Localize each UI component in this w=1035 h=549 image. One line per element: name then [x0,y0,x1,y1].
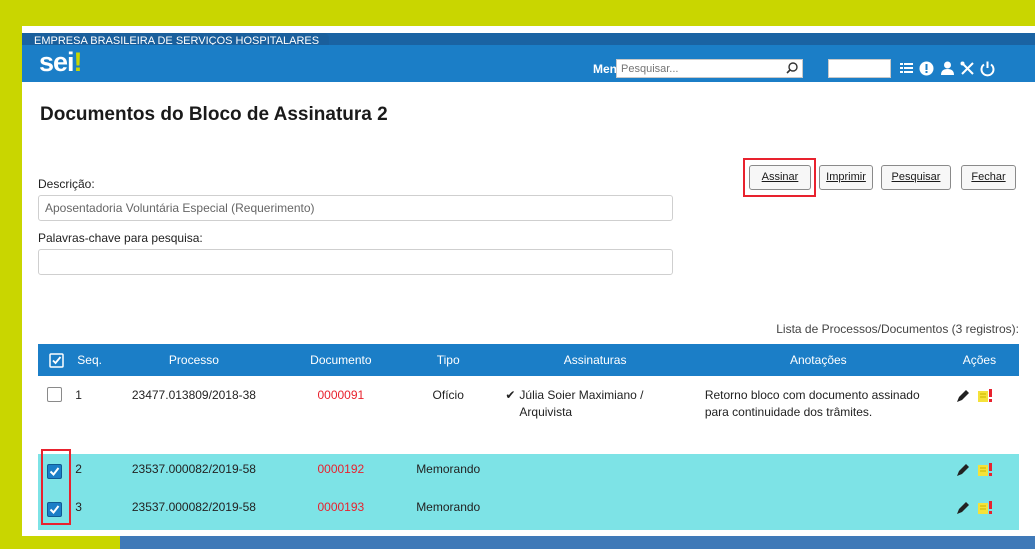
info-icon[interactable] [918,60,935,77]
select-all-checkbox[interactable] [38,344,76,376]
power-icon[interactable] [979,60,996,77]
logo-dot: ! [73,47,83,77]
pen-icon[interactable] [955,500,971,516]
processo: 23537.000082/2019-58 [131,462,256,476]
tipo: Ofício [432,388,464,402]
documento-link[interactable]: 0000193 [279,492,403,516]
row-actions [940,454,1019,478]
assinaturas [493,454,696,461]
checkbox-checked-icon [49,352,64,368]
pen-icon[interactable] [955,388,971,404]
col-processo[interactable]: Processo [109,344,279,376]
assinaturas: ✔ Júlia Soier Maximiano / Arquivista [493,376,696,421]
anotacoes: Retorno bloco com documento assinado par… [704,388,920,419]
logo-text: sei [39,47,75,77]
tipo: Memorando [416,500,481,514]
assinatura-nome: Júlia Soier Maximiano / Arquivista [519,388,644,419]
documento-link[interactable]: 0000192 [279,454,403,478]
annotation-icon[interactable] [977,500,993,516]
frame-bottom-bar [120,536,1035,549]
unit-selector[interactable] [828,59,891,78]
imprimir-button[interactable]: Imprimir [819,165,873,190]
search-input[interactable] [621,60,771,77]
checkbox-highlight-box [41,449,71,525]
row-actions [940,492,1019,516]
sei-window: EMPRESA BRASILEIRA DE SERVIÇOS HOSPITALA… [22,26,1035,536]
col-anotacoes[interactable]: Anotações [696,344,940,376]
sei-logo[interactable]: sei! [39,46,83,78]
assinaturas [493,492,696,499]
user-icon[interactable] [939,60,956,77]
descricao-label: Descrição: [38,177,95,191]
col-seq[interactable]: Seq. [75,344,110,376]
table-row: 3 23537.000082/2019-58 0000193 Memorando [38,492,1019,530]
search-icon[interactable] [785,61,799,75]
documento-link[interactable]: 0000091 [279,376,403,404]
table-header-row: Seq. Processo Documento Tipo Assinaturas… [38,344,1019,376]
processo: 23477.013809/2018-38 [131,388,256,402]
table-caption: Lista de Processos/Documentos (3 registr… [776,322,1019,336]
descricao-field [38,195,673,221]
signed-check-icon: ✔ [505,388,516,402]
row-actions [940,376,1019,404]
pen-icon[interactable] [955,462,971,478]
row-checkbox[interactable] [47,387,62,402]
table-row: 1 23477.013809/2018-38 0000091 Ofício ✔ … [38,376,1019,454]
col-documento[interactable]: Documento [278,344,403,376]
col-acoes: Ações [939,344,1019,376]
pesquisar-button[interactable]: Pesquisar [881,165,951,190]
assinar-button[interactable]: Assinar [749,165,811,190]
anotacoes [697,492,940,499]
seq: 1 [75,388,82,402]
annotation-icon[interactable] [977,388,993,404]
table-row: 2 23537.000082/2019-58 0000192 Memorando [38,454,1019,492]
palavras-chave-field [38,249,673,275]
list-icon[interactable] [898,60,915,77]
tipo: Memorando [416,462,481,476]
tools-icon[interactable] [959,60,976,77]
search-box [616,59,803,78]
fechar-button[interactable]: Fechar [961,165,1016,190]
palavras-chave-label: Palavras-chave para pesquisa: [38,231,203,245]
seq: 2 [75,462,82,476]
annotation-icon[interactable] [977,462,993,478]
processo: 23537.000082/2019-58 [131,500,256,514]
descricao-input[interactable] [45,199,665,217]
anotacoes [697,454,940,461]
page-title: Documentos do Bloco de Assinatura 2 [40,104,388,125]
palavras-chave-input[interactable] [45,253,665,271]
col-tipo[interactable]: Tipo [403,344,494,376]
col-assinaturas[interactable]: Assinaturas [493,344,697,376]
documents-table: Seq. Processo Documento Tipo Assinaturas… [38,344,1019,530]
seq: 3 [75,500,82,514]
